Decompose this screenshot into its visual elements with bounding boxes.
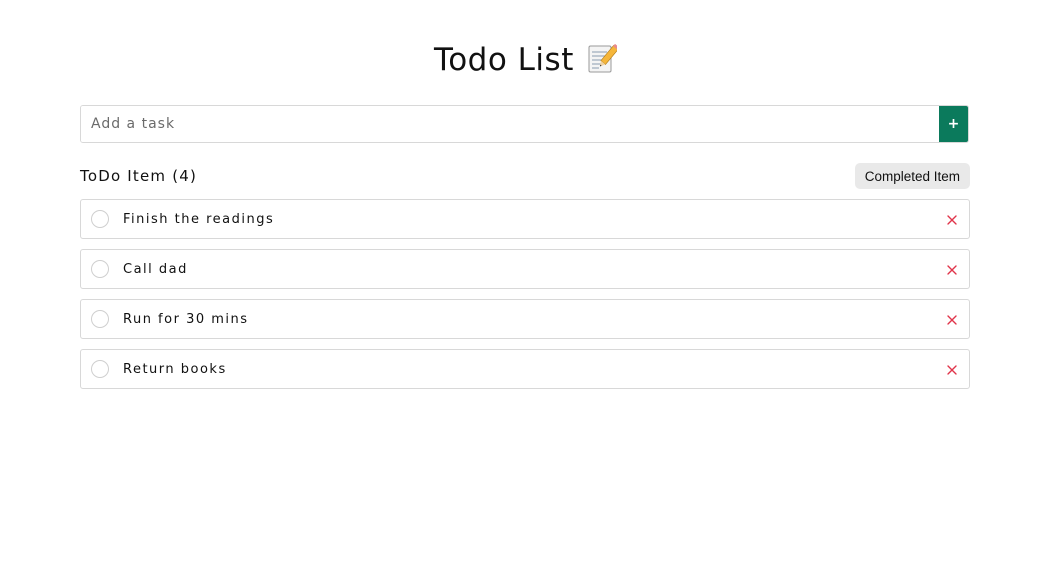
todo-item: Run for 30 mins: [80, 299, 970, 339]
add-task-button[interactable]: +: [939, 106, 968, 142]
todo-item-text: Finish the readings: [123, 211, 275, 227]
add-task-form: +: [80, 105, 969, 143]
todo-item-text: Return books: [123, 361, 227, 377]
page-header: Todo List: [0, 42, 1051, 82]
delete-icon[interactable]: [945, 262, 959, 276]
delete-icon[interactable]: [945, 212, 959, 226]
page-title: Todo List: [434, 42, 574, 78]
todo-app: Todo List + ToDo Item (4) Com: [0, 0, 1051, 584]
delete-icon[interactable]: [945, 312, 959, 326]
todo-item-text: Run for 30 mins: [123, 311, 249, 327]
todo-item: Call dad: [80, 249, 970, 289]
memo-icon: [587, 42, 620, 74]
completed-items-button[interactable]: Completed Item: [854, 163, 970, 189]
complete-checkbox[interactable]: [91, 310, 109, 328]
delete-icon[interactable]: [945, 362, 959, 376]
complete-checkbox[interactable]: [91, 260, 109, 278]
todo-count-heading: ToDo Item (4): [80, 167, 198, 185]
todo-item-text: Call dad: [123, 261, 188, 277]
add-task-input[interactable]: [81, 106, 939, 142]
todo-list: Finish the readings Call dad Run for 30 …: [80, 199, 970, 399]
todo-section-header: ToDo Item (4) Completed Item: [80, 163, 970, 189]
complete-checkbox[interactable]: [91, 360, 109, 378]
todo-item: Finish the readings: [80, 199, 970, 239]
complete-checkbox[interactable]: [91, 210, 109, 228]
todo-item: Return books: [80, 349, 970, 389]
